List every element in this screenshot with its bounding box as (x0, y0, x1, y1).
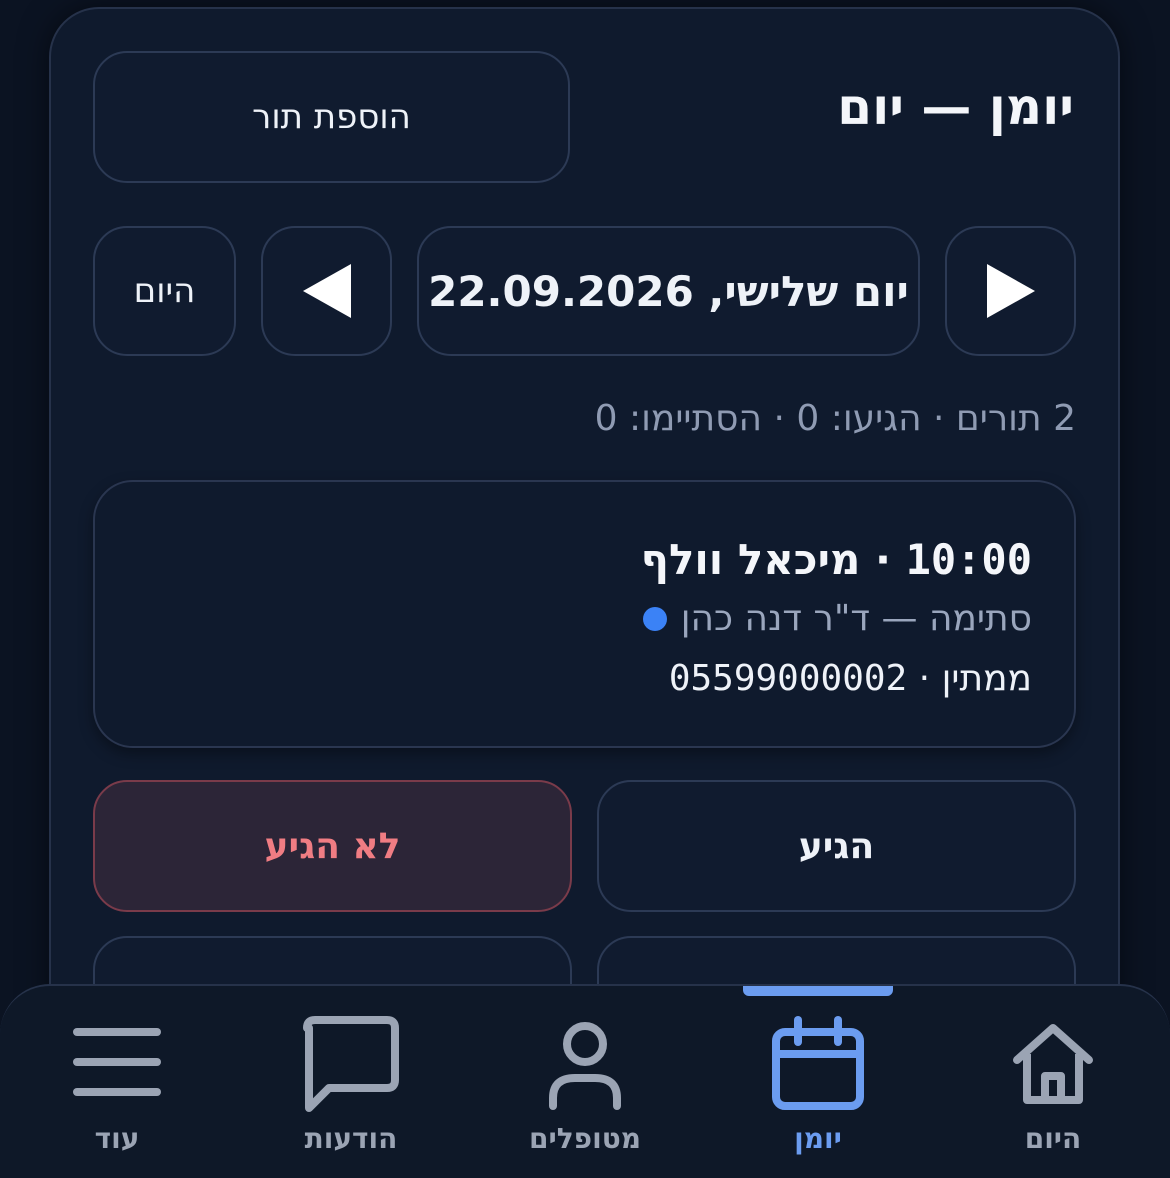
heading-separator: · (860, 535, 906, 584)
tab-home[interactable]: היום (953, 986, 1153, 1178)
app-screen: יומן — יום הוספת תור יום שלישי, 22.09.20… (0, 0, 1170, 1178)
mark-no-show-button[interactable]: לא הגיע (93, 780, 572, 912)
date-picker-button[interactable]: יום שלישי, 22.09.2026 (417, 226, 920, 356)
tab-label: הודעות (304, 1122, 398, 1155)
active-tab-indicator (743, 986, 893, 996)
appointment-card[interactable]: 10:00 · מיכאל וולף סתימה — ד"ר דנה כהן מ… (93, 480, 1076, 748)
appointment-time: 10:00 (905, 535, 1032, 584)
tab-label: עוד (94, 1122, 140, 1155)
home-icon (1013, 1024, 1093, 1104)
calendar-icon (772, 1016, 864, 1110)
tab-calendar[interactable]: יומן (718, 986, 918, 1178)
add-appointment-button[interactable]: הוספת תור (93, 51, 570, 183)
prev-day-button[interactable] (261, 226, 392, 356)
page-title: יומן — יום (837, 78, 1074, 136)
appointment-heading: 10:00 · מיכאל וולף (641, 532, 1032, 588)
user-icon (549, 1022, 621, 1110)
triangle-right-icon (986, 264, 1035, 318)
status-dot-icon (642, 607, 667, 631)
service-doctor: סתימה — ד"ר דנה כהן (680, 598, 1032, 639)
tab-patients[interactable]: מטופלים (485, 986, 685, 1178)
today-button[interactable]: היום (93, 226, 236, 356)
appointment-status-line: ממתין · 05599000002 (669, 654, 1032, 704)
menu-icon (73, 1028, 161, 1096)
triangle-left-icon (302, 264, 351, 318)
bottom-tab-bar: היום יומן מטופלים הודעות עוד (0, 984, 1170, 1178)
mark-arrived-button[interactable]: הגיע (597, 780, 1076, 912)
appointment-status: ממתין (941, 658, 1032, 699)
status-separator: · (907, 658, 942, 699)
tab-messages[interactable]: הודעות (251, 986, 451, 1178)
tab-label: יומן (794, 1122, 842, 1155)
patient-phone: 05599000002 (668, 658, 908, 699)
next-day-button[interactable] (945, 226, 1076, 356)
tab-more[interactable]: עוד (17, 986, 217, 1178)
patient-name: מיכאל וולף (640, 535, 861, 584)
appointment-service: סתימה — ד"ר דנה כהן (642, 594, 1032, 644)
tab-label: היום (1024, 1122, 1082, 1155)
tab-label: מטופלים (529, 1122, 641, 1155)
chat-icon (303, 1016, 399, 1112)
day-summary: 2 תורים · הגיעו: 0 · הסתיימו: 0 (594, 398, 1076, 439)
